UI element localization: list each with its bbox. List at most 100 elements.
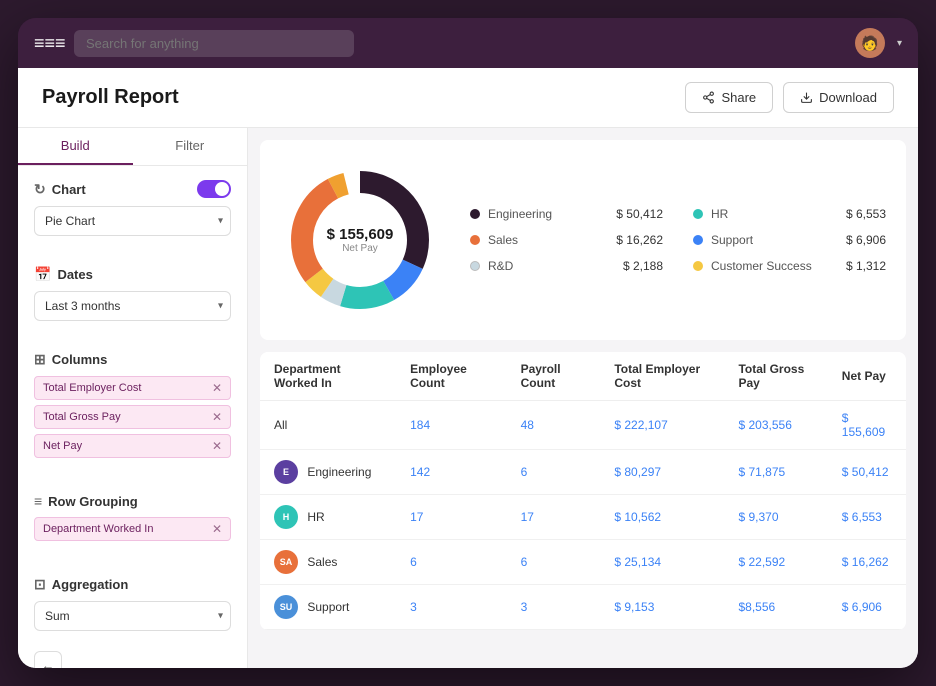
tag-total-employer-cost: Total Employer Cost ✕ [34,376,231,400]
share-button[interactable]: Share [685,82,773,113]
sidebar-tabs: Build Filter [18,128,247,166]
main-area: Payroll Report Share Download Build Filt… [18,68,918,668]
employer-cost[interactable]: $ 9,153 [600,585,724,630]
legend-hr: HR $ 6,553 [693,207,886,221]
dates-label: Dates [57,267,92,282]
chart-legend: Engineering $ 50,412 HR $ 6,553 Sales $ … [470,207,886,273]
download-label: Download [819,90,877,105]
gross-pay[interactable]: $ 71,875 [724,450,827,495]
emp-count[interactable]: 17 [396,495,506,540]
legend-dot-engineering [470,209,480,219]
dept-avatar-sales: SA [274,550,298,574]
columns-section: ⊞ Columns Total Employer Cost ✕ Total Gr… [18,337,247,471]
col-gross-pay: Total Gross Pay [724,352,827,401]
row-grouping-label: Row Grouping [48,494,138,509]
net-pay[interactable]: $ 6,553 [828,495,906,540]
tab-filter[interactable]: Filter [133,128,248,165]
col-department: Department Worked In [260,352,396,401]
tag-close-net-pay[interactable]: ✕ [212,439,222,453]
net-pay[interactable]: $ 16,262 [828,540,906,585]
gross-pay[interactable]: $8,556 [724,585,827,630]
payroll-count[interactable]: 3 [507,585,601,630]
net-pay[interactable]: $ 155,609 [828,401,906,450]
table-header-row: Department Worked In Employee Count Payr… [260,352,906,401]
avatar-chevron-icon[interactable]: ▾ [897,38,902,49]
aggregation-section: ⊡ Aggregation Sum ▾ [18,562,247,639]
dates-select[interactable]: Last 3 months [34,291,231,321]
legend-dot-rd [470,261,480,271]
tag-close-department[interactable]: ✕ [212,522,222,536]
columns-icon: ⊞ [34,351,46,368]
legend-support: Support $ 6,906 [693,233,886,247]
emp-count[interactable]: 6 [396,540,506,585]
tab-build[interactable]: Build [18,128,133,165]
net-pay[interactable]: $ 6,906 [828,585,906,630]
tag-department: Department Worked In ✕ [34,517,231,541]
employer-cost[interactable]: $ 10,562 [600,495,724,540]
dept-name: E Engineering [260,450,396,495]
row-grouping-icon: ≡ [34,493,42,509]
chart-section-main: $ 155,609 Net Pay Engineering $ 50,412 [260,140,906,340]
emp-count[interactable]: 142 [396,450,506,495]
donut-chart: $ 155,609 Net Pay [280,160,440,320]
aggregation-select[interactable]: Sum [34,601,231,631]
legend-value-hr: $ 6,553 [846,207,886,221]
dept-name: H HR [260,495,396,540]
chart-section: ↻ Chart Pie Chart ▾ [18,166,247,244]
payroll-count[interactable]: 6 [507,540,601,585]
download-button[interactable]: Download [783,82,894,113]
search-input[interactable] [74,30,354,57]
legend-rd: R&D $ 2,188 [470,259,663,273]
employer-cost[interactable]: $ 80,297 [600,450,724,495]
legend-name-hr: HR [711,207,838,221]
payroll-count[interactable]: 6 [507,450,601,495]
legend-dot-customer-success [693,261,703,271]
legend-name-engineering: Engineering [488,207,608,221]
chart-type-wrapper: Pie Chart ▾ [34,206,231,236]
tag-net-pay: Net Pay ✕ [34,434,231,458]
dept-avatar-engineering: E [274,460,298,484]
legend-engineering: Engineering $ 50,412 [470,207,663,221]
chart-icon: ↻ [34,181,46,198]
payroll-count[interactable]: 48 [507,401,601,450]
table-row: All 184 48 $ 222,107 $ 203,556 $ 155,609 [260,401,906,450]
nav-logo: ≡≡≡ [34,33,62,54]
legend-customer-success: Customer Success $ 1,312 [693,259,886,273]
top-nav: ≡≡≡ 🧑 ▾ [18,18,918,68]
sidebar-back: ← [18,639,247,668]
table-row: E Engineering 142 6 $ 80,297 $ 71,875 $ … [260,450,906,495]
sidebar: Build Filter ↻ Chart Pie Chart [18,128,248,668]
legend-name-customer-success: Customer Success [711,259,838,273]
emp-count[interactable]: 3 [396,585,506,630]
emp-count[interactable]: 184 [396,401,506,450]
net-pay[interactable]: $ 50,412 [828,450,906,495]
gross-pay[interactable]: $ 203,556 [724,401,827,450]
payroll-count[interactable]: 17 [507,495,601,540]
legend-value-sales: $ 16,262 [616,233,663,247]
dept-avatar-hr: H [274,505,298,529]
dept-name: All [260,401,396,450]
gross-pay[interactable]: $ 9,370 [724,495,827,540]
tag-close-total-gross-pay[interactable]: ✕ [212,410,222,424]
tag-total-gross-pay: Total Gross Pay ✕ [34,405,231,429]
chart-type-select[interactable]: Pie Chart [34,206,231,236]
chart-section-label: Chart [52,182,86,197]
payroll-table: Department Worked In Employee Count Payr… [260,352,906,630]
app-frame: ≡≡≡ 🧑 ▾ Payroll Report Share Download [18,18,918,668]
avatar[interactable]: 🧑 [855,28,885,58]
gross-pay[interactable]: $ 22,592 [724,540,827,585]
share-label: Share [721,90,756,105]
table-row: SA Sales 6 6 $ 25,134 $ 22,592 $ 16,262 [260,540,906,585]
legend-sales: Sales $ 16,262 [470,233,663,247]
chart-toggle[interactable] [197,180,231,198]
table-row: H HR 17 17 $ 10,562 $ 9,370 $ 6,553 [260,495,906,540]
employer-cost[interactable]: $ 222,107 [600,401,724,450]
table-row: SU Support 3 3 $ 9,153 $8,556 $ 6,906 [260,585,906,630]
aggregation-label: Aggregation [52,577,129,592]
employer-cost[interactable]: $ 25,134 [600,540,724,585]
legend-value-rd: $ 2,188 [623,259,663,273]
back-button[interactable]: ← [34,651,62,668]
legend-name-support: Support [711,233,838,247]
report-area: $ 155,609 Net Pay Engineering $ 50,412 [248,128,918,668]
tag-close-total-employer-cost[interactable]: ✕ [212,381,222,395]
